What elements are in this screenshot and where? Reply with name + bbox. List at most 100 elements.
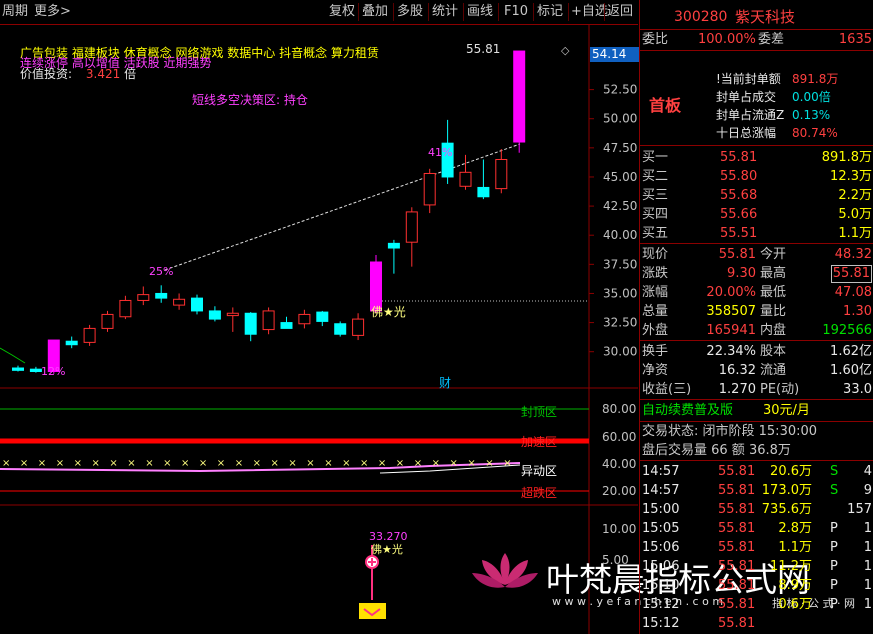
- ind1-tick-80: 80.00: [602, 402, 637, 416]
- tick-price: 55.81: [718, 616, 756, 631]
- candle-body[interactable]: [65, 340, 78, 346]
- ind2-tick-10: 10.00: [602, 522, 637, 536]
- mark-button[interactable]: 标记: [537, 3, 563, 21]
- candle-body[interactable]: [208, 310, 221, 320]
- diamond-icon[interactable]: ◇: [561, 44, 569, 57]
- ad-right[interactable]: 30元/月: [763, 401, 810, 420]
- fund-label: 收益(三): [642, 382, 692, 397]
- candle-body[interactable]: [298, 313, 311, 325]
- bid-row[interactable]: 买三 55.68 2.2万: [640, 186, 873, 205]
- fund-label: 净资: [642, 363, 669, 378]
- stock-header: 300280 紫天科技: [640, 6, 873, 28]
- tick-volume: 735.6万: [761, 502, 812, 517]
- candle-body[interactable]: [244, 312, 257, 335]
- bid-row[interactable]: 买五 55.51 1.1万: [640, 224, 873, 243]
- candle-body[interactable]: [173, 298, 186, 306]
- ad-left[interactable]: 自动续费普及版: [642, 401, 733, 420]
- candle-body[interactable]: [12, 367, 24, 371]
- fund-label2: PE(动): [760, 382, 800, 397]
- multi-stock-button[interactable]: 多股: [397, 3, 423, 21]
- ad-banner[interactable]: 自动续费普及版 30元/月: [640, 401, 873, 420]
- pct-label-12: 12%: [41, 365, 66, 378]
- quote-row: 现价 55.81 今开 48.32: [640, 245, 873, 264]
- candle-body[interactable]: [155, 292, 168, 299]
- candle-body[interactable]: [316, 311, 329, 322]
- chart-toolbar: 周期 更多> 复权 叠加 多股 统计 画线 F10 标记 +自选 返回: [0, 0, 638, 25]
- quote-row: 涨跌 9.30 最高 55.81: [640, 264, 873, 283]
- bid-row[interactable]: 买一 55.81 891.8万: [640, 148, 873, 167]
- candle-body[interactable]: [387, 242, 400, 249]
- quote-label2: 内盘: [760, 323, 787, 338]
- candle-body[interactable]: [101, 313, 114, 329]
- cross-marker: ×: [55, 458, 65, 469]
- candle-body[interactable]: [495, 158, 508, 190]
- y-axis-label: 50.00: [603, 112, 637, 126]
- candle-body[interactable]: [119, 299, 132, 318]
- quote-row: 涨幅 20.00% 最低 47.08: [640, 283, 873, 302]
- tick-row: 15:06 55.81 11.2万 P 1: [640, 557, 873, 576]
- quote-value2: 55.81: [830, 265, 872, 283]
- tick-time: 14:57: [642, 483, 680, 498]
- quote-value2: 48.32: [834, 247, 872, 262]
- cross-marker: ×: [216, 458, 226, 469]
- back-button[interactable]: 返回: [607, 3, 633, 21]
- quote-value: 55.81: [718, 247, 756, 262]
- weibi-value: 100.00%: [698, 32, 756, 47]
- bid-price: 55.51: [720, 226, 758, 241]
- candle-body[interactable]: [513, 50, 526, 143]
- candle-body[interactable]: [262, 310, 275, 331]
- more-button[interactable]: 更多>: [34, 3, 71, 21]
- candle-body[interactable]: [352, 318, 365, 336]
- cross-marker: ×: [413, 458, 423, 469]
- finance-marker[interactable]: 财: [439, 374, 451, 391]
- add-favorite-button[interactable]: +自选: [571, 3, 608, 21]
- bid-price: 55.80: [720, 169, 758, 184]
- quote-value: 165941: [706, 323, 756, 338]
- quote-row: 外盘 165941 内盘 192566: [640, 321, 873, 340]
- f10-button[interactable]: F10: [504, 3, 528, 21]
- pct-label-25: 25%: [149, 265, 174, 278]
- candle-body[interactable]: [477, 186, 490, 198]
- seal-value: 891.8万: [792, 72, 839, 86]
- stats-button[interactable]: 统计: [432, 3, 458, 21]
- bid-label: 买五: [642, 226, 669, 241]
- bid-volume: 5.0万: [838, 207, 872, 222]
- candle-body[interactable]: [280, 322, 293, 329]
- candle-body[interactable]: [137, 294, 150, 301]
- candle-body[interactable]: [29, 368, 42, 373]
- candle-body[interactable]: [334, 323, 347, 335]
- tick-price: 55.81: [718, 540, 756, 555]
- stock-name: 紫天科技: [735, 8, 796, 26]
- candle-body[interactable]: [405, 211, 418, 243]
- cross-marker: ×: [19, 458, 29, 469]
- tick-volume: 0.6万: [778, 597, 812, 612]
- tick-volume: 2.8万: [778, 521, 812, 536]
- overlay-button[interactable]: 叠加: [362, 3, 388, 21]
- candle-body[interactable]: [459, 171, 472, 187]
- fund-value2: 1.60亿: [830, 363, 872, 378]
- tick-row: 15:10 55.81 8.9万 P 1: [640, 576, 873, 595]
- tick-count: 1: [863, 578, 872, 593]
- value-label: 价值投资:: [20, 67, 73, 81]
- tick-count: 1: [863, 559, 872, 574]
- fuquan-button[interactable]: 复权: [329, 3, 355, 21]
- y-axis-label: 35.00: [603, 286, 637, 300]
- bid-row[interactable]: 买二 55.80 12.3万: [640, 167, 873, 186]
- bid-row[interactable]: 买四 55.66 5.0万: [640, 205, 873, 224]
- candle-body[interactable]: [191, 297, 203, 312]
- kline-chart-area[interactable]: 52.50 50.00 47.50 45.00 42.50 40.00 37.50 35.00…: [0, 25, 855, 634]
- cross-marker: ×: [127, 458, 136, 469]
- tick-time: 15:12: [642, 616, 680, 631]
- ind1-tick-20: 20.00: [602, 484, 637, 498]
- draw-line-button[interactable]: 画线: [467, 3, 493, 21]
- y-axis-label: 47.50: [603, 141, 637, 155]
- candle-body[interactable]: [423, 172, 436, 206]
- candle-body[interactable]: [83, 327, 96, 343]
- period-button[interactable]: 周期: [2, 3, 28, 21]
- stock-code: 300280: [674, 9, 728, 25]
- cross-marker: ×: [377, 458, 387, 469]
- candle-body[interactable]: [226, 312, 239, 317]
- bid-volume: 1.1万: [838, 226, 872, 241]
- tick-price: 55.81: [718, 559, 756, 574]
- weibi-row: 委比 100.00% 委差 1635: [640, 30, 873, 49]
